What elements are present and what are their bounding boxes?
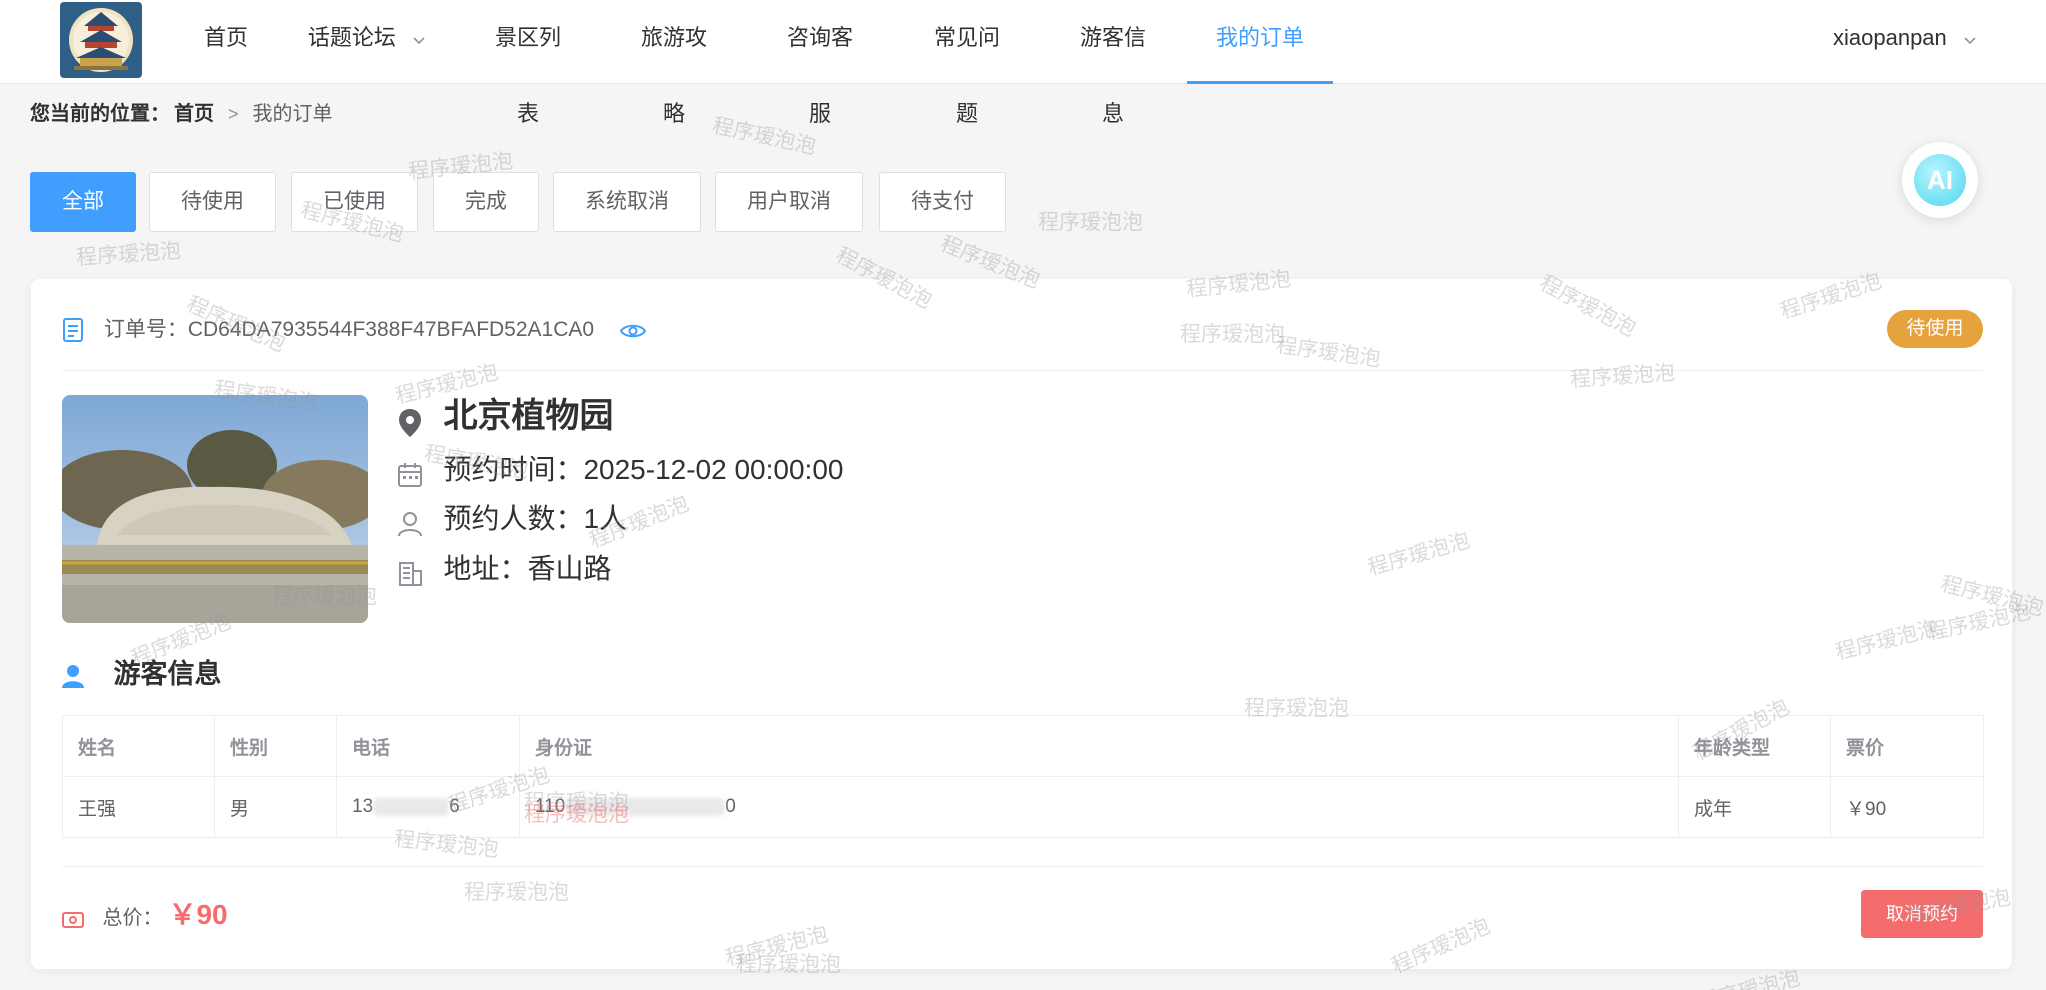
people-row: 预约人数：1人 <box>397 499 627 539</box>
location-pin-icon <box>397 408 443 437</box>
people-label: 预约人数： <box>443 503 584 534</box>
tab-completed[interactable]: 完成 <box>433 172 539 232</box>
total-label: 总价： <box>102 907 163 929</box>
document-icon <box>62 318 104 343</box>
address: 香山路 <box>527 553 612 584</box>
username: xiaopanpan <box>1833 25 1947 50</box>
tab-used[interactable]: 已使用 <box>291 172 418 232</box>
calendar-icon <box>397 462 443 487</box>
spot-name: 北京植物园 <box>443 397 614 435</box>
spot-name-row: 北京植物园 <box>397 396 614 437</box>
watermark: 程序瑷泡泡 <box>75 239 182 270</box>
money-icon <box>62 911 102 928</box>
building-icon <box>397 561 443 586</box>
column-header-age-type: 年龄类型 <box>1678 715 1831 777</box>
column-header-price: 票价 <box>1830 715 1984 777</box>
top-navigation: 首页 话题论坛 景区列表 旅游攻略 咨询客服 常见问题 游客信息 我的订单 xi… <box>0 0 2046 126</box>
nav-item-scenic-list[interactable]: 景区列表 <box>485 0 571 126</box>
visitor-id-card: 110 0 <box>519 776 1679 838</box>
booking-time: 2025-12-02 00:00:00 <box>583 454 844 485</box>
booking-time-row: 预约时间：2025-12-02 00:00:00 <box>397 450 843 490</box>
watermark: 程序瑷泡泡 <box>1038 211 1143 234</box>
booking-time-label: 预约时间： <box>443 454 584 485</box>
address-label: 地址： <box>443 553 528 584</box>
column-header-name: 姓名 <box>62 715 215 777</box>
scenic-spot-photo <box>62 395 368 623</box>
column-header-phone: 电话 <box>336 715 520 777</box>
total-amount: ￥90 <box>168 899 228 930</box>
visitor-section-label: 游客信息 <box>113 659 222 689</box>
visitor-phone: 13 6 <box>336 776 520 838</box>
watermark: 程序瑷泡泡 <box>710 114 818 159</box>
people-count: 1人 <box>583 503 628 534</box>
masked-id-card <box>565 797 726 816</box>
visitor-gender: 男 <box>214 776 337 838</box>
visitor-age-type: 成年 <box>1678 776 1831 838</box>
nav-item-my-orders[interactable]: 我的订单 <box>1187 0 1333 84</box>
divider <box>62 866 1983 867</box>
breadcrumb-home-link[interactable]: 首页 <box>174 103 214 125</box>
nav-item-forum[interactable]: 话题论坛 <box>307 0 427 84</box>
table-header-row: 姓名 性别 电话 身份证 年龄类型 票价 <box>62 715 1984 777</box>
phone-visible-start: 13 <box>352 796 374 817</box>
breadcrumb-current: 我的订单 <box>252 103 333 125</box>
eye-icon[interactable] <box>619 318 660 341</box>
chevron-right-icon: > <box>228 104 239 124</box>
tab-pending-use[interactable]: 待使用 <box>149 172 276 232</box>
table-row: 王强 男 13 6 110 0 成年 ￥90 <box>62 776 1984 838</box>
visitor-name: 王强 <box>62 776 215 838</box>
total-price-row: 总价： ￥90 <box>62 893 228 937</box>
breadcrumb-prefix: 您当前的位置： <box>30 103 170 125</box>
tab-pending-payment[interactable]: 待支付 <box>879 172 1006 232</box>
order-card: 订单号：CD64DA7935544F388F47BFAFD52A1CA0 待使用 <box>31 279 2012 969</box>
tab-system-cancelled[interactable]: 系统取消 <box>553 172 701 232</box>
chevron-down-icon <box>412 1 426 77</box>
phone-visible-end: 6 <box>449 796 460 817</box>
user-menu[interactable]: xiaopanpan <box>1833 0 1977 76</box>
nav-item-travel-guide[interactable]: 旅游攻略 <box>631 0 717 126</box>
tab-user-cancelled[interactable]: 用户取消 <box>715 172 863 232</box>
order-number-label: 订单号： <box>103 318 188 341</box>
nav-item-visitor-info[interactable]: 游客信息 <box>1070 0 1156 126</box>
id-visible-start: 110 <box>535 796 566 817</box>
masked-phone <box>373 797 450 816</box>
tab-all[interactable]: 全部 <box>30 172 136 232</box>
chevron-down-icon <box>1963 1 1977 77</box>
column-header-gender: 性别 <box>214 715 337 777</box>
visitor-section-title: 游客信息 <box>62 654 222 694</box>
site-logo[interactable] <box>60 2 142 78</box>
user-icon <box>397 511 443 537</box>
nav-item-customer-service[interactable]: 咨询客服 <box>777 0 863 126</box>
breadcrumb: 您当前的位置： 首页 > 我的订单 <box>30 100 333 128</box>
order-status-badge: 待使用 <box>1887 310 1983 348</box>
column-header-id-card: 身份证 <box>519 715 1679 777</box>
ai-assistant-button[interactable]: AI <box>1902 142 1978 218</box>
address-row: 地址：香山路 <box>397 549 611 589</box>
id-visible-end: 0 <box>725 796 736 817</box>
visitor-table: 姓名 性别 电话 身份证 年龄类型 票价 王强 男 13 6 110 0 成年 ￥9… <box>62 715 1984 838</box>
nav-item-home[interactable]: 首页 <box>204 0 248 84</box>
order-number: CD64DA7935544F388F47BFAFD52A1CA0 <box>187 318 595 341</box>
visitor-ticket-price: ￥90 <box>1830 776 1984 838</box>
ai-assistant-label: AI <box>1914 154 1966 206</box>
person-icon <box>62 659 114 689</box>
nav-item-faq[interactable]: 常见问题 <box>924 0 1010 126</box>
order-number-row: 订单号：CD64DA7935544F388F47BFAFD52A1CA0 <box>62 309 660 351</box>
cancel-booking-button[interactable]: 取消预约 <box>1861 890 1983 938</box>
divider <box>62 370 1983 371</box>
